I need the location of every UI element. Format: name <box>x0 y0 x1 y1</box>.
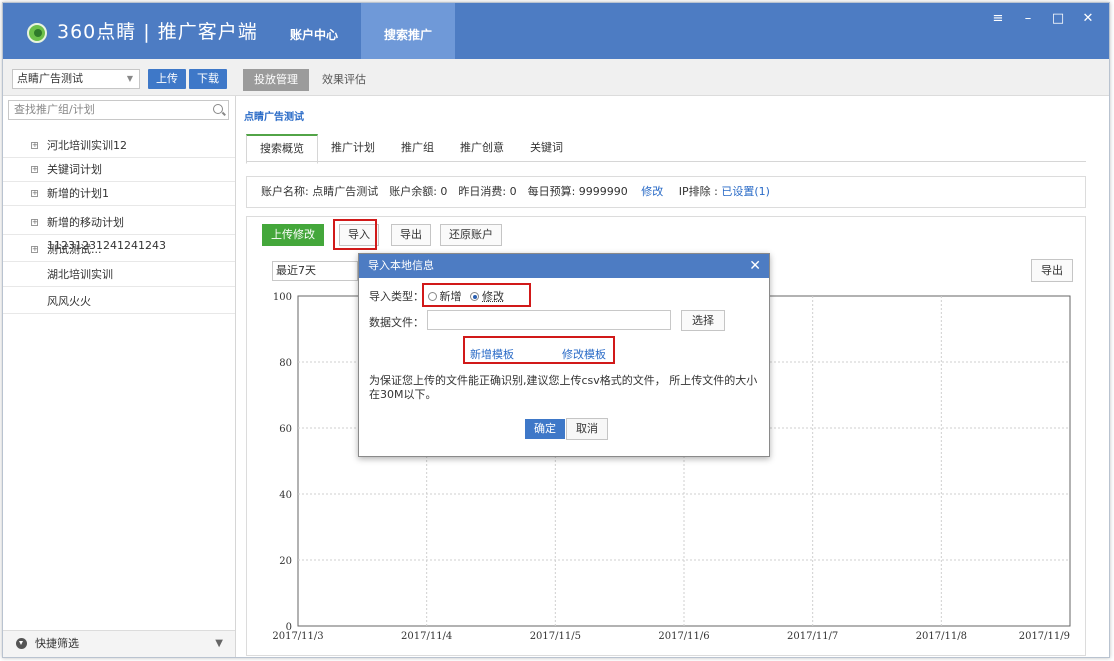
window-controls: ≡ – □ ✕ <box>991 11 1095 26</box>
y-tick-label: 60 <box>279 424 292 435</box>
x-tick-label: 2017/11/6 <box>658 631 709 642</box>
x-tick-label: 2017/11/8 <box>916 631 967 642</box>
account-select[interactable]: 点睛广告测试 ▼ <box>12 69 140 89</box>
account-select-value: 点睛广告测试 <box>17 72 83 85</box>
y-tick-label: 20 <box>279 556 292 567</box>
sidebar-item-label: 关键词计划 <box>47 163 102 176</box>
import-type-highlight-box <box>422 283 531 307</box>
expand-icon[interactable]: + <box>31 142 38 149</box>
cancel-button[interactable]: 取消 <box>566 418 608 440</box>
expand-icon[interactable]: + <box>31 219 38 226</box>
upload-hint-text: 为保证您上传的文件能正确识别,建议您上传csv格式的文件， 所上传文件的大小在3… <box>369 374 758 401</box>
x-tick-label: 2017/11/9 <box>1019 631 1070 642</box>
sidebar-item-hebei-training-12[interactable]: + 河北培训实训12 <box>3 134 235 158</box>
search-icon[interactable] <box>213 104 223 114</box>
logo-icon <box>27 23 47 43</box>
x-tick-label: 2017/11/7 <box>787 631 838 642</box>
sidebar-item-label: 湖北培训实训 <box>47 268 113 281</box>
sidebar-item-label: 新增的计划1 <box>47 187 109 200</box>
close-icon[interactable]: ✕ <box>749 254 761 278</box>
close-icon[interactable]: ✕ <box>1081 11 1095 26</box>
maximize-icon[interactable]: □ <box>1051 11 1065 26</box>
chevron-down-icon: ▼ <box>126 74 133 83</box>
template-highlight-box <box>463 336 615 364</box>
x-tick-label: 2017/11/4 <box>401 631 452 642</box>
app-window: 360点睛 | 推广客户端 账户中心 搜索推广 ≡ – □ ✕ 点睛广告测试 ▼… <box>2 2 1110 658</box>
expand-icon[interactable]: + <box>31 246 38 253</box>
sidebar-item-label: 河北培训实训12 <box>47 139 127 152</box>
chevron-down-icon[interactable]: ▼ <box>215 631 223 657</box>
quick-filter-bar[interactable]: 快捷筛选 ▼ <box>3 630 235 657</box>
import-dialog: 导入本地信息 ✕ 导入类型： 新增 修改 数据文件： 选择 新增模板 修改模板 … <box>358 253 770 457</box>
expand-icon[interactable]: + <box>31 190 38 197</box>
nav-tab-search-promotion[interactable]: 搜索推广 <box>361 3 455 59</box>
y-tick-label: 80 <box>279 358 292 369</box>
choose-file-button[interactable]: 选择 <box>681 310 725 331</box>
sidebar-item-new-plan-1[interactable]: + 新增的计划1 <box>3 182 235 206</box>
data-file-input[interactable] <box>427 310 671 330</box>
tab-delivery-management[interactable]: 投放管理 <box>243 69 309 91</box>
confirm-button[interactable]: 确定 <box>525 419 565 439</box>
sidebar-item-new-mobile-plan[interactable]: + 新增的移动计划11231231241241243 <box>3 211 235 252</box>
sub-tabs: 投放管理 效果评估 <box>235 59 1109 96</box>
y-tick-label: 40 <box>279 490 292 501</box>
upload-button[interactable]: 上传 <box>148 69 186 89</box>
sidebar-item-fengfeng[interactable]: 风风火火 <box>3 290 235 314</box>
account-toolbar: 点睛广告测试 ▼ 上传 下载 <box>3 59 235 96</box>
top-nav: 账户中心 搜索推广 <box>267 3 455 59</box>
sidebar-item-keyword-plan[interactable]: + 关键词计划 <box>3 158 235 182</box>
sidebar: 查找推广组/计划 + 河北培训实训12 + 关键词计划 + 新增的计划1 + 新… <box>3 96 236 657</box>
quick-filter-label: 快捷筛选 <box>35 637 79 650</box>
import-type-label: 导入类型： <box>369 290 424 303</box>
sidebar-item-label: 风风火火 <box>47 295 91 308</box>
search-input[interactable]: 查找推广组/计划 <box>8 100 229 120</box>
download-button[interactable]: 下载 <box>189 69 227 89</box>
x-tick-label: 2017/11/3 <box>272 631 323 642</box>
sidebar-item-hubei-training[interactable]: 湖北培训实训 <box>3 263 235 287</box>
menu-icon[interactable]: ≡ <box>991 11 1005 26</box>
dialog-title: 导入本地信息 <box>368 259 434 272</box>
nav-tab-account-center[interactable]: 账户中心 <box>267 3 361 59</box>
app-logo-text: 360点睛 | 推广客户端 <box>57 21 258 43</box>
minimize-icon[interactable]: – <box>1021 11 1035 26</box>
filter-icon <box>16 638 27 649</box>
y-tick-label: 100 <box>273 292 292 303</box>
x-tick-label: 2017/11/5 <box>530 631 581 642</box>
expand-icon[interactable]: + <box>31 166 38 173</box>
search-placeholder: 查找推广组/计划 <box>14 103 95 116</box>
data-file-label: 数据文件： <box>369 316 424 329</box>
tab-effect-evaluation[interactable]: 效果评估 <box>311 69 377 91</box>
sidebar-item-test[interactable]: + 测试测试... <box>3 238 235 262</box>
dialog-header: 导入本地信息 ✕ <box>359 254 769 278</box>
title-bar: 360点睛 | 推广客户端 账户中心 搜索推广 ≡ – □ ✕ <box>3 3 1109 59</box>
sidebar-item-label: 测试测试... <box>47 243 102 256</box>
